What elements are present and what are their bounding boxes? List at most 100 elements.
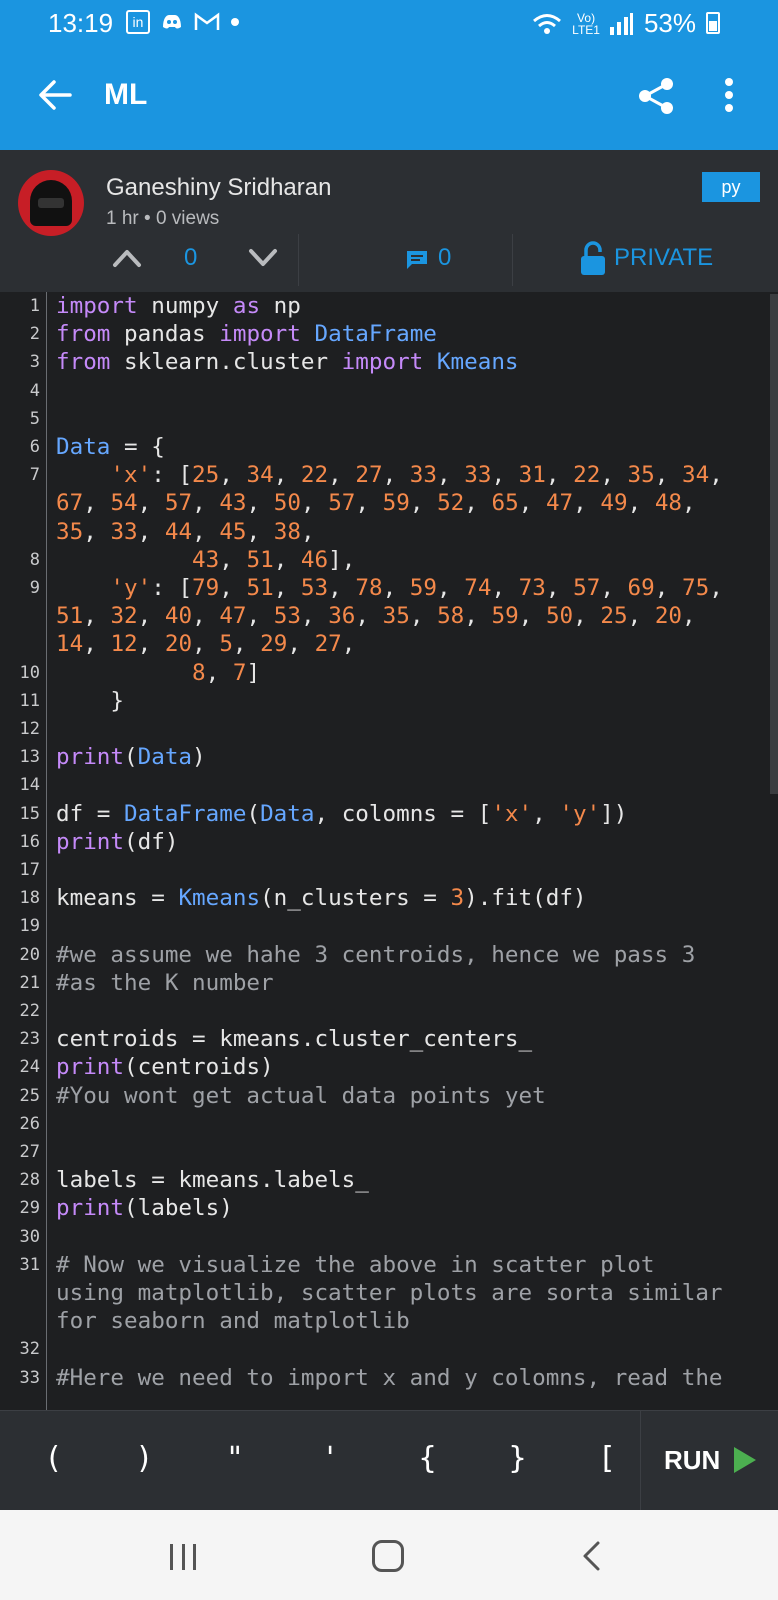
author-name[interactable]: Ganeshiny Sridharan [106, 174, 331, 202]
line-number: 23 [19, 1029, 40, 1050]
code-line[interactable]: #You wont get actual data points yet [56, 1083, 546, 1109]
key-double-quote[interactable]: " [228, 1441, 242, 1476]
discord-icon [163, 15, 181, 29]
line-number: 10 [19, 662, 40, 683]
code-line[interactable]: print(Data) [56, 744, 206, 770]
line-number: 33 [19, 1367, 40, 1388]
recents-icon[interactable] [170, 1544, 196, 1570]
code-line[interactable]: kmeans = Kmeans(n_clusters = 3).fit(df) [56, 885, 587, 911]
network-label: Vo) LTE1 [572, 12, 600, 36]
line-number: 17 [19, 860, 40, 880]
lock-icon [581, 241, 605, 275]
line-number: 13 [19, 747, 40, 768]
line-number: 15 [19, 803, 40, 824]
upvote-icon[interactable] [112, 248, 142, 268]
line-number: 19 [19, 916, 40, 937]
line-number: 5 [29, 408, 40, 429]
code-editor[interactable]: 1 import numpy as np 2 from pandas import D… [0, 292, 778, 1410]
code-line[interactable]: } [56, 688, 124, 714]
language-badge: py [702, 172, 760, 202]
symbol-keybar: ( ) " ' { } [ RUN [0, 1410, 778, 1510]
code-line[interactable]: centroids = kmeans.cluster_centers_ [56, 1026, 532, 1052]
key-open-bracket[interactable]: [ [602, 1441, 614, 1476]
line-number: 29 [19, 1198, 40, 1219]
line-number: 31 [19, 1254, 40, 1275]
status-bar: 13:19 in Vo) LTE1 53% [0, 0, 778, 46]
code-line[interactable]: using matplotlib, scatter plots are sort… [56, 1280, 723, 1306]
code-line[interactable]: 43, 51, 46], [56, 547, 355, 573]
more-options-icon[interactable] [724, 78, 734, 114]
line-number: 20 [19, 944, 40, 965]
key-open-brace[interactable]: { [418, 1441, 437, 1476]
line-number: 16 [19, 831, 40, 852]
home-icon[interactable] [372, 1540, 404, 1572]
code-line[interactable]: labels = kmeans.labels_ [56, 1167, 369, 1193]
key-close-paren[interactable]: ) [138, 1441, 150, 1476]
post-meta: 1 hr • 0 views [106, 208, 220, 229]
key-single-quote[interactable]: ' [326, 1441, 334, 1476]
line-number: 22 [19, 1001, 40, 1021]
avatar[interactable] [18, 170, 84, 236]
run-button[interactable]: RUN [664, 1445, 720, 1476]
status-right: Vo) LTE1 53% [532, 8, 722, 39]
line-number: 9 [29, 578, 40, 598]
comment-count[interactable]: 0 [438, 244, 451, 272]
network-label-top: Vo) [577, 10, 596, 25]
play-icon[interactable] [734, 1447, 756, 1473]
code-line[interactable]: 'y': [79, 51, 53, 78, 59, 74, 73, 57, 69… [56, 575, 722, 601]
status-time: 13:19 [48, 8, 114, 38]
line-number: 21 [19, 972, 40, 993]
vote-count: 0 [184, 244, 198, 271]
line-number: 26 [19, 1113, 40, 1134]
app-bar: ML [0, 46, 778, 150]
downvote-icon[interactable] [248, 248, 278, 268]
divider [298, 234, 299, 286]
line-number: 6 [29, 437, 40, 457]
linkedin-icon: in [126, 10, 150, 34]
line-number: 25 [19, 1085, 40, 1106]
gutter-divider [46, 292, 47, 1410]
line-number: 14 [19, 775, 40, 796]
share-icon[interactable] [636, 76, 676, 116]
code-line[interactable]: #Here we need to import x and y colomns,… [56, 1365, 723, 1391]
dot-icon [231, 18, 239, 26]
key-close-brace[interactable]: } [508, 1441, 527, 1476]
notification-icons: in [126, 10, 240, 34]
code-line[interactable]: 8, 7] [56, 660, 260, 686]
key-open-paren[interactable]: ( [48, 1441, 60, 1476]
battery-icon [706, 12, 720, 34]
divider [640, 1411, 641, 1510]
comment-icon[interactable] [406, 250, 428, 270]
battery-percent: 53% [643, 8, 696, 38]
code-line[interactable]: print(df) [56, 829, 178, 855]
visibility-label[interactable]: PRIVATE [614, 244, 713, 272]
code-line[interactable]: 35, 33, 44, 45, 38, [56, 519, 315, 545]
code-line[interactable]: print(labels) [56, 1195, 233, 1221]
code-line[interactable]: print(centroids) [56, 1054, 274, 1080]
code-line[interactable]: 'x': [25, 34, 22, 27, 33, 33, 31, 22, 35… [56, 462, 722, 488]
code-line[interactable]: #as the K number [56, 970, 274, 996]
code-line[interactable]: df = DataFrame(Data, colomns = ['x', 'y'… [56, 801, 627, 827]
code-line[interactable]: from sklearn.cluster import Kmeans [56, 349, 519, 375]
wifi-icon [533, 13, 562, 34]
signal-icon [609, 12, 633, 35]
code-line[interactable]: 67, 54, 57, 43, 50, 57, 59, 52, 65, 47, … [56, 490, 696, 516]
line-number: 8 [29, 549, 40, 570]
nav-back-icon[interactable] [580, 1540, 604, 1572]
back-arrow-icon[interactable] [38, 78, 72, 112]
scrollbar[interactable] [770, 294, 778, 794]
line-number: 3 [29, 352, 40, 373]
post-header: Ganeshiny Sridharan 1 hr • 0 views py 0 … [0, 150, 778, 292]
line-number: 12 [19, 719, 40, 739]
code-line[interactable]: Data = { [56, 434, 165, 460]
system-nav-bar [0, 1510, 778, 1600]
network-label-bottom: LTE1 [572, 22, 600, 37]
line-number: 30 [19, 1226, 40, 1247]
code-line[interactable]: 51, 32, 40, 47, 53, 36, 35, 58, 59, 50, … [56, 603, 696, 629]
code-line[interactable]: #we assume we hahe 3 centroids, hence we… [56, 942, 695, 968]
code-line[interactable]: import numpy as np [56, 293, 301, 319]
code-line[interactable]: for seaborn and matplotlib [56, 1308, 410, 1334]
code-line[interactable]: # Now we visualize the above in scatter … [56, 1252, 655, 1278]
code-line[interactable]: from pandas import DataFrame [56, 321, 437, 347]
code-line[interactable]: 14, 12, 20, 5, 29, 27, [56, 631, 355, 657]
